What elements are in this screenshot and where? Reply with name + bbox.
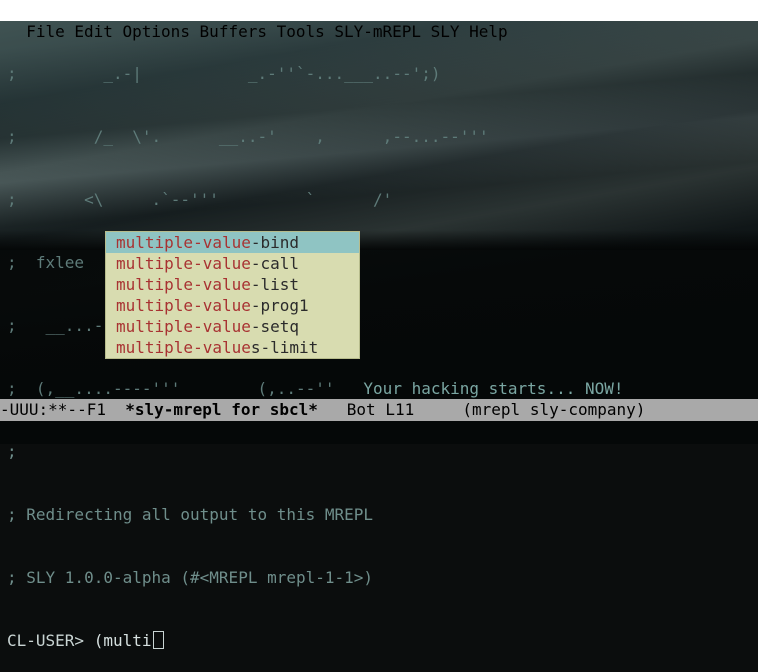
completion-match: multiple-value: [116, 338, 251, 357]
completion-item-multiple-value-list[interactable]: multiple-value-list: [106, 274, 359, 295]
buffer-name[interactable]: *sly-mrepl for sbcl*: [125, 400, 318, 419]
sly-version-message: ; SLY 1.0.0-alpha (#<MREPL mrepl-1-1>): [7, 568, 374, 587]
redirect-message: ; Redirecting all output to this MREPL: [7, 505, 374, 524]
completion-rest: s-limit: [250, 338, 319, 357]
comment-line: ;: [7, 442, 17, 461]
completion-item-multiple-values-limit[interactable]: multiple-values-limit: [106, 337, 359, 358]
completion-rest: -call: [250, 254, 300, 273]
banner-line: ; (,__....----''' (,..--'' Your hacking …: [7, 378, 758, 399]
completion-match: multiple-value: [116, 275, 251, 294]
completion-item-multiple-value-setq[interactable]: multiple-value-setq: [106, 316, 359, 337]
text-cursor: [152, 631, 164, 649]
completion-match: multiple-value: [116, 254, 251, 273]
completion-item-multiple-value-call[interactable]: multiple-value-call: [106, 253, 359, 274]
completion-rest: -list: [250, 275, 300, 294]
banner-line: ; /_ \'. __..-' , ,--...--''': [7, 127, 489, 146]
mode-line[interactable]: -UUU:**--F1 *sly-mrepl for sbcl* Bot L11…: [0, 399, 758, 421]
completion-item-multiple-value-prog1[interactable]: multiple-value-prog1: [106, 295, 359, 316]
hacking-message: Your hacking starts... NOW!: [334, 379, 624, 398]
completion-rest: -setq: [250, 317, 300, 336]
banner-line: ; <\ .`--''' ` /': [7, 190, 393, 209]
prompt-line[interactable]: CL-USER> (multi: [7, 630, 758, 651]
completion-rest: -bind: [250, 233, 300, 252]
major-minor-modes[interactable]: (mrepl sly-company): [462, 400, 645, 419]
completion-rest: -prog1: [250, 296, 309, 315]
completion-item-multiple-value-bind[interactable]: multiple-value-bind: [106, 232, 359, 253]
buffer-status: -UUU:**--F1: [0, 400, 126, 419]
completion-match: multiple-value: [116, 296, 251, 315]
completion-match: multiple-value: [116, 233, 251, 252]
banner-line: ; _.-| _.-''`-...___..--';): [7, 64, 441, 83]
repl-prompt: CL-USER>: [7, 631, 85, 650]
completion-popup: multiple-value-bind multiple-value-call …: [105, 231, 360, 359]
minibuffer[interactable]: [0, 421, 758, 444]
buffer-position: Bot L11: [317, 400, 463, 419]
menu-bar: File Edit Options Buffers Tools SLY-mREPL SLY H…: [0, 0, 758, 41]
completion-match: multiple-value: [116, 317, 251, 336]
repl-input[interactable]: (multi: [84, 631, 152, 650]
banner-art: ; (,__....----''' (,..--'': [7, 379, 335, 398]
